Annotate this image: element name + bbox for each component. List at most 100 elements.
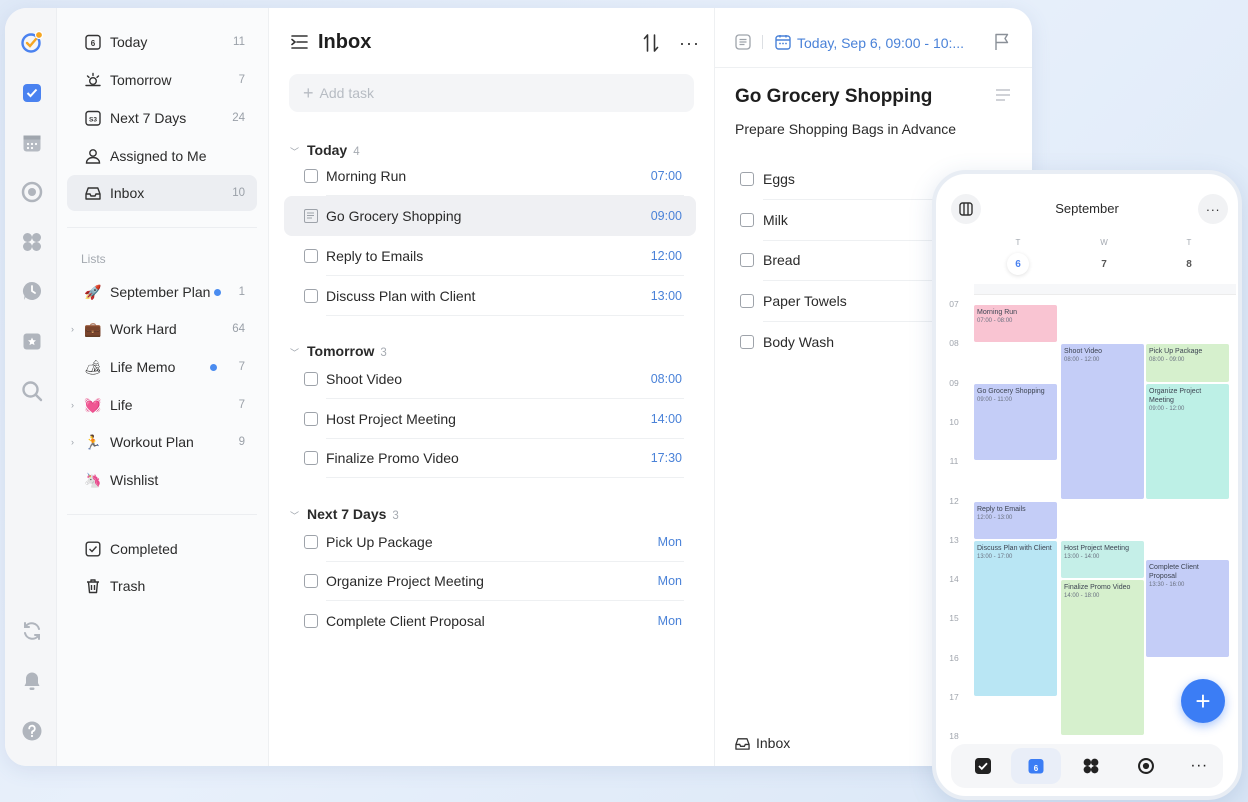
checklist-checkbox[interactable] xyxy=(740,213,754,227)
checklist-checkbox[interactable] xyxy=(740,172,754,186)
task-row[interactable]: Pick Up Package Mon xyxy=(284,522,696,562)
note-task-icon[interactable] xyxy=(304,209,318,223)
chevron-down-icon: ﹀ xyxy=(290,348,300,358)
today-icon-number: 6 xyxy=(91,39,96,48)
calendar-event[interactable]: Shoot Video 08:00 - 12:00 xyxy=(1061,344,1144,500)
matrix-clover-icon[interactable] xyxy=(20,230,44,254)
sidebar-list-september-plan[interactable]: 🚀 September Plan 1 xyxy=(67,274,257,310)
description-lines-icon[interactable] xyxy=(995,88,1011,107)
task-row[interactable]: Host Project Meeting 14:00 xyxy=(284,399,696,439)
task-checkbox[interactable] xyxy=(304,574,318,588)
flag-icon[interactable] xyxy=(994,33,1010,56)
sidebar-item-completed[interactable]: Completed xyxy=(67,531,257,567)
task-checkbox[interactable] xyxy=(304,372,318,386)
task-time: Mon xyxy=(657,535,682,549)
tasks-checkbox-icon[interactable] xyxy=(971,754,995,778)
calendar-event[interactable]: Discuss Plan with Client 13:00 - 17:00 xyxy=(974,540,1057,696)
more-options-icon[interactable]: ··· xyxy=(1187,754,1211,778)
more-options-icon[interactable]: ··· xyxy=(1198,194,1228,224)
event-title: Shoot Video xyxy=(1064,348,1103,356)
task-checkbox[interactable] xyxy=(304,451,318,465)
sidebar-list-wishlist[interactable]: 🦄 Wishlist xyxy=(67,462,257,498)
task-checkbox[interactable] xyxy=(304,535,318,549)
day-number-today[interactable]: 6 xyxy=(1007,253,1029,275)
task-checkbox[interactable] xyxy=(304,614,318,628)
sidebar-list-life-memo[interactable]: 🏕 Life Memo 7 xyxy=(67,349,257,385)
note-list-icon[interactable] xyxy=(735,34,751,55)
calendar-icon[interactable] xyxy=(20,131,44,155)
task-checkbox[interactable] xyxy=(304,289,318,303)
countdown-calendar-star-icon[interactable] xyxy=(20,329,44,353)
detail-title[interactable]: Go Grocery Shopping xyxy=(735,86,932,108)
lists-heading: Lists xyxy=(81,252,106,266)
section-header-next-7-days[interactable]: ﹀ Next 7 Days 3 xyxy=(290,506,399,522)
sunrise-icon xyxy=(84,71,102,89)
calendar-event[interactable]: Morning Run 07:00 - 08:00 xyxy=(974,305,1057,343)
focus-target-icon[interactable] xyxy=(20,180,44,204)
detail-description[interactable]: Prepare Shopping Bags in Advance xyxy=(735,121,956,137)
habit-clock-icon[interactable] xyxy=(20,279,44,303)
task-row-selected[interactable]: Go Grocery Shopping 09:00 xyxy=(284,196,696,236)
add-event-fab[interactable]: + xyxy=(1181,679,1225,723)
add-task-input[interactable]: + Add task xyxy=(289,74,694,112)
checklist-checkbox[interactable] xyxy=(740,253,754,267)
task-row[interactable]: Shoot Video 08:00 xyxy=(284,359,696,399)
search-icon[interactable] xyxy=(20,379,44,403)
calendar-event[interactable]: Organize Project Meeting 09:00 - 12:00 xyxy=(1146,383,1229,500)
task-row[interactable]: Organize Project Meeting Mon xyxy=(284,561,696,601)
inbox-tray-icon xyxy=(84,184,102,202)
calendar-event[interactable]: Host Project Meeting 13:00 - 14:00 xyxy=(1061,540,1144,579)
sidebar-item-inbox[interactable]: Inbox 10 xyxy=(67,175,257,211)
sync-icon[interactable] xyxy=(20,619,44,643)
day-number[interactable]: 7 xyxy=(1093,253,1115,275)
calendar-event[interactable]: Reply to Emails 12:00 - 13:00 xyxy=(974,501,1057,539)
calendar-event[interactable]: Go Grocery Shopping 09:00 - 11:00 xyxy=(974,383,1057,461)
task-checkbox[interactable] xyxy=(304,169,318,183)
event-title: Reply to Emails xyxy=(977,505,1026,513)
calendar-tab-active[interactable]: 6 xyxy=(1011,748,1061,784)
task-row[interactable]: Morning Run 07:00 xyxy=(284,156,696,196)
task-row[interactable]: Complete Client Proposal Mon xyxy=(284,601,696,641)
sidebar-item-today[interactable]: 6 Today 11 xyxy=(67,24,257,60)
focus-target-icon[interactable] xyxy=(1134,754,1158,778)
calendar-event[interactable]: Complete Client Proposal 13:30 - 16:00 xyxy=(1146,560,1229,657)
chevron-right-icon[interactable]: › xyxy=(71,437,74,447)
detail-list-selector[interactable]: Inbox xyxy=(735,735,790,751)
checklist-checkbox[interactable] xyxy=(740,335,754,349)
menu-collapse-icon[interactable] xyxy=(291,34,309,55)
sidebar-item-assigned-to-me[interactable]: Assigned to Me xyxy=(67,138,257,174)
task-date-button[interactable]: Today, Sep 6, 09:00 - 10:... xyxy=(797,35,964,51)
calendar-event[interactable]: Finalize Promo Video 14:00 - 18:00 xyxy=(1061,580,1144,736)
sort-icon[interactable] xyxy=(643,34,659,57)
checklist-checkbox[interactable] xyxy=(740,294,754,308)
more-options-icon[interactable]: ··· xyxy=(679,33,700,54)
event-time: 14:00 - 18:00 xyxy=(1064,593,1100,600)
date-calendar-icon[interactable] xyxy=(775,34,791,55)
sidebar-item-tomorrow[interactable]: Tomorrow 7 xyxy=(67,62,257,98)
chevron-right-icon[interactable]: › xyxy=(71,400,74,410)
hour-label: 10 xyxy=(949,416,959,427)
sidebar-list-workout-plan[interactable]: › 🏃 Workout Plan 9 xyxy=(67,424,257,460)
notifications-bell-icon[interactable] xyxy=(20,669,44,693)
sidebar-list-life[interactable]: › 💓 Life 7 xyxy=(67,387,257,423)
sidebar-item-next-7-days[interactable]: S3 Next 7 Days 24 xyxy=(67,100,257,136)
section-header-tomorrow[interactable]: ﹀ Tomorrow 3 xyxy=(290,343,387,359)
calendar-event[interactable]: Pick Up Package 08:00 - 09:00 xyxy=(1146,344,1229,382)
sidebar-list-work-hard[interactable]: › 💼 Work Hard 64 xyxy=(67,311,257,347)
sidebar-item-count: 7 xyxy=(238,399,245,411)
matrix-clover-icon[interactable] xyxy=(1079,754,1103,778)
chevron-right-icon[interactable]: › xyxy=(71,324,74,334)
section-title: Next 7 Days xyxy=(307,506,387,522)
checklist-text: Milk xyxy=(763,212,788,228)
tasks-checkbox-icon[interactable] xyxy=(20,81,44,105)
help-icon[interactable] xyxy=(20,719,44,743)
task-checkbox[interactable] xyxy=(304,412,318,426)
task-row[interactable]: Reply to Emails 12:00 xyxy=(284,236,696,276)
sidebar-item-trash[interactable]: Trash xyxy=(67,568,257,604)
day-number[interactable]: 8 xyxy=(1178,253,1200,275)
task-row[interactable]: Discuss Plan with Client 13:00 xyxy=(284,276,696,316)
task-checkbox[interactable] xyxy=(304,249,318,263)
task-time: Mon xyxy=(657,574,682,588)
app-logo-icon[interactable] xyxy=(20,30,44,54)
task-row[interactable]: Finalize Promo Video 17:30 xyxy=(284,438,696,478)
